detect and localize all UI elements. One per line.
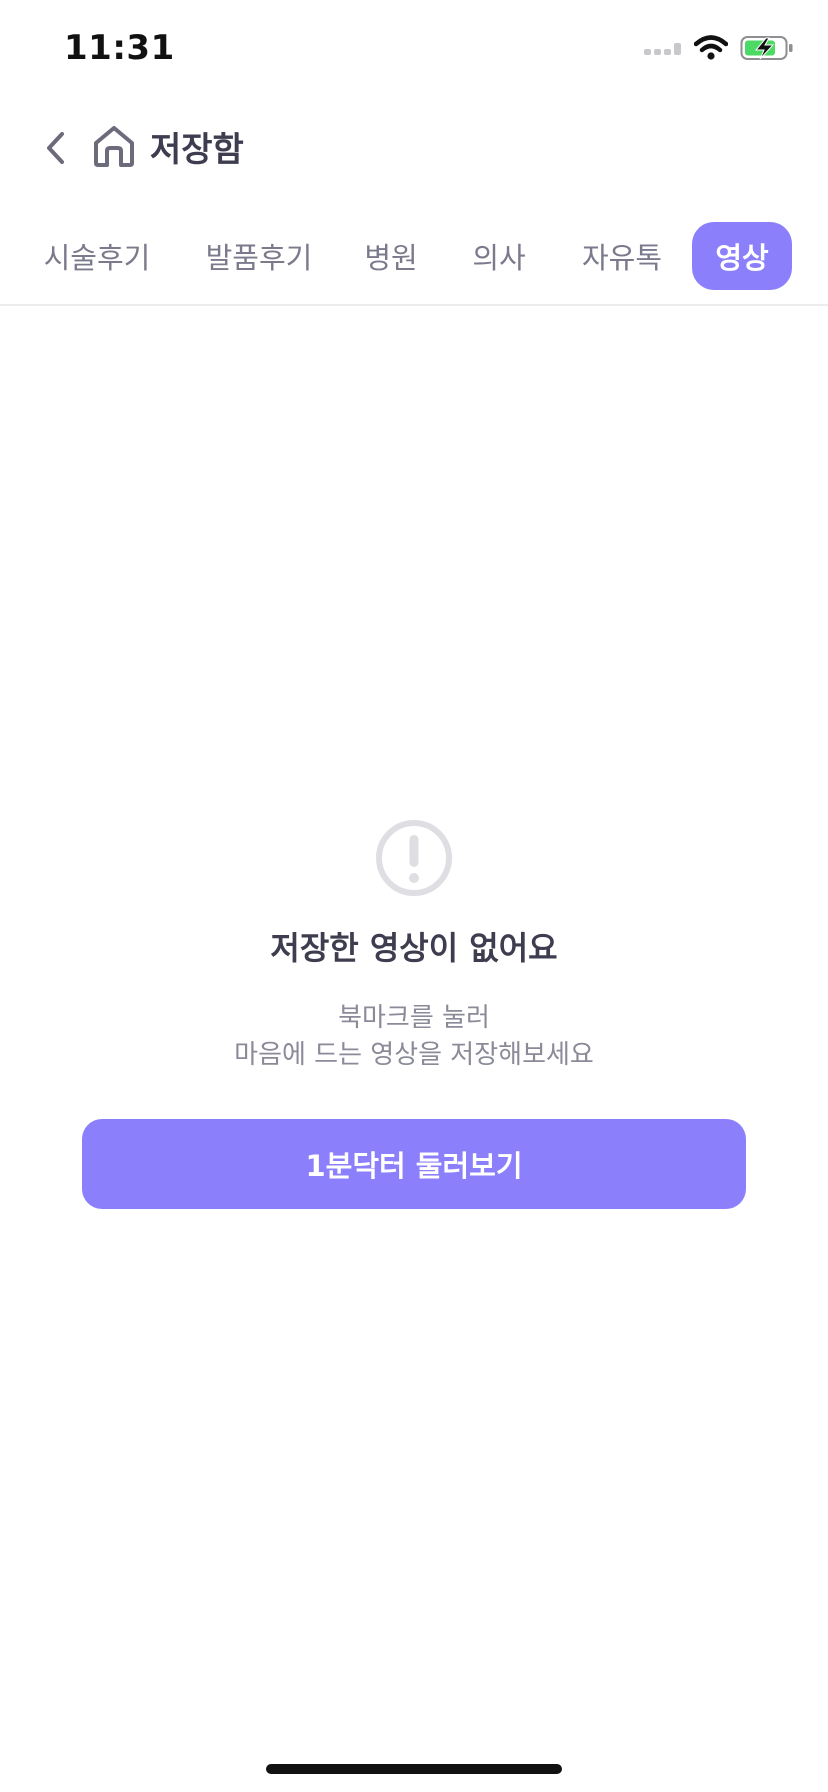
back-button[interactable] [28, 122, 84, 178]
home-icon [91, 124, 137, 172]
tab-bar: 시술후기 발품후기 병원 의사 자유톡 영상 [0, 220, 828, 306]
header: 저장함 [0, 112, 828, 188]
wifi-icon [693, 35, 729, 65]
tab-free-talk[interactable]: 자유톡 [572, 222, 672, 290]
status-time: 11:31 [64, 28, 175, 68]
tab-video[interactable]: 영상 [692, 222, 792, 290]
page-title: 저장함 [150, 130, 244, 170]
status-bar: 11:31 [0, 0, 828, 100]
home-button[interactable] [86, 120, 142, 176]
browse-1min-doctor-button[interactable]: 1분닥터 둘러보기 [82, 1119, 746, 1209]
cellular-signal-icon [644, 40, 682, 60]
status-icons [644, 34, 794, 66]
home-indicator [266, 1764, 562, 1774]
empty-state-title: 저장한 영상이 없어요 [270, 929, 558, 967]
exclamation-circle-icon [374, 818, 454, 898]
empty-state-description-line2: 마음에 드는 영상을 저장해보세요 [234, 1040, 594, 1070]
tab-procedure-reviews[interactable]: 시술후기 [34, 222, 160, 290]
tab-field-reviews[interactable]: 발품후기 [196, 222, 322, 290]
tab-doctor[interactable]: 의사 [464, 222, 534, 290]
chevron-left-icon [42, 131, 70, 169]
tab-hospital[interactable]: 병원 [356, 222, 426, 290]
empty-state-description-line1: 북마크를 눌러 [338, 1003, 490, 1033]
empty-state-description: 북마크를 눌러 마음에 드는 영상을 저장해보세요 [0, 1000, 828, 1074]
battery-charging-icon [740, 34, 794, 66]
